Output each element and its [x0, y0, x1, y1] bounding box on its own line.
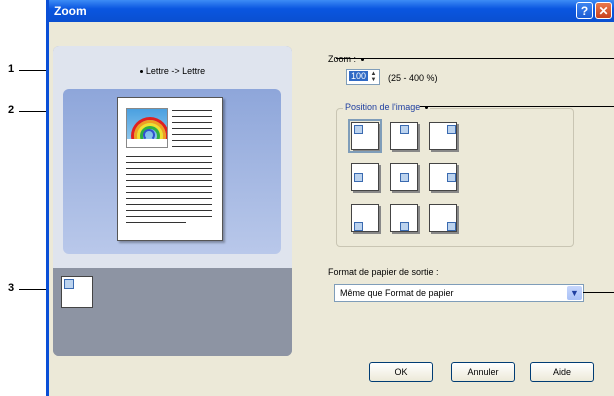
- output-format-value: Même que Format de papier: [340, 288, 454, 298]
- position-bottom-right[interactable]: [429, 204, 457, 232]
- spin-arrows-icon[interactable]: ▲ ▼: [369, 71, 378, 83]
- position-center[interactable]: [390, 163, 418, 191]
- position-top-left[interactable]: [348, 119, 382, 153]
- position-top-center[interactable]: [390, 122, 418, 150]
- callout-position-line: [420, 106, 614, 107]
- cancel-button[interactable]: Annuler: [451, 362, 515, 382]
- position-top-right[interactable]: [429, 122, 457, 150]
- preview-top: Lettre -> Lettre: [53, 46, 292, 268]
- zoom-label: Zoom :: [328, 54, 364, 64]
- image-position-label: Position de l'image: [343, 102, 430, 112]
- callout-1: 1: [8, 63, 15, 75]
- position-middle-left[interactable]: [351, 163, 379, 191]
- help-title-button[interactable]: ?: [576, 2, 593, 19]
- help-button[interactable]: Aide: [530, 362, 594, 382]
- close-button[interactable]: ✕: [595, 2, 612, 19]
- output-format-select[interactable]: Même que Format de papier ▼: [334, 284, 584, 302]
- callout-3: 3: [8, 282, 15, 294]
- window-title: Zoom: [54, 4, 87, 18]
- callout-format-line: [583, 292, 614, 293]
- thumbnail-area: [53, 268, 292, 356]
- callout-2: 2: [8, 104, 15, 116]
- title-bar: Zoom ? ✕: [49, 0, 614, 22]
- position-bottom-center[interactable]: [390, 204, 418, 232]
- thumbnail-marker: [64, 279, 74, 289]
- chevron-down-icon[interactable]: ▼: [567, 286, 582, 300]
- position-middle-right[interactable]: [429, 163, 457, 191]
- zoom-range-text: (25 - 400 %): [388, 73, 438, 83]
- zoom-value[interactable]: 100: [349, 71, 369, 81]
- rainbow-image: [126, 108, 168, 148]
- zoom-spinner[interactable]: 100 ▲ ▼: [346, 69, 380, 85]
- ok-button[interactable]: OK: [369, 362, 433, 382]
- output-format-label: Format de papier de sortie :: [328, 267, 439, 277]
- page-preview-area: [63, 89, 281, 254]
- paper-size-label: Lettre -> Lettre: [53, 66, 292, 76]
- position-bottom-left[interactable]: [351, 204, 379, 232]
- zoom-dialog: Zoom ? ✕ Lettre -> Lettre Zoom: 100 ▲ ▼…: [46, 0, 614, 396]
- page-preview: [117, 97, 223, 241]
- callout-zoom-line: [336, 58, 614, 59]
- thumbnail-page: [61, 276, 93, 308]
- preview-pane: Lettre -> Lettre: [53, 46, 292, 356]
